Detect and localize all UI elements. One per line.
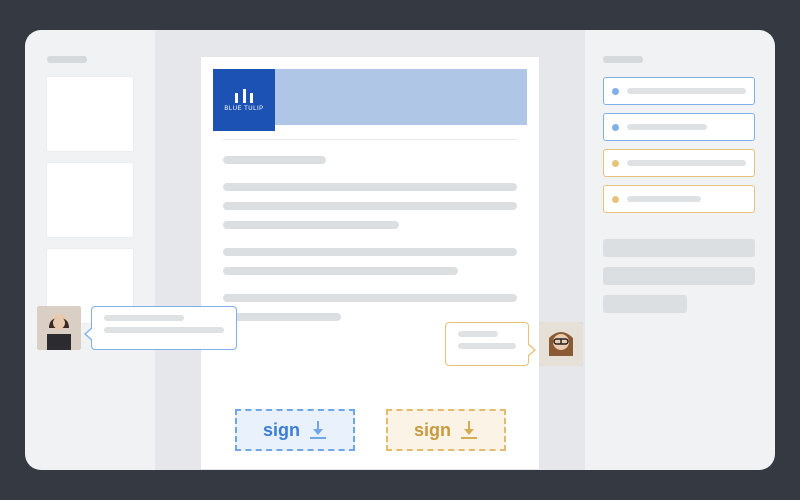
- signer-list-item[interactable]: [603, 149, 755, 177]
- text-placeholder: [223, 183, 517, 191]
- comment-bubble-signer2[interactable]: [445, 322, 583, 366]
- status-dot-icon: [612, 124, 619, 131]
- avatar: [37, 306, 81, 350]
- app-window: BLUE TULIP sign: [25, 30, 775, 470]
- text-placeholder: [627, 160, 746, 166]
- text-placeholder: [223, 248, 517, 256]
- text-placeholder: [458, 331, 498, 337]
- signature-row: sign sign: [201, 409, 539, 451]
- status-dot-icon: [612, 196, 619, 203]
- text-placeholder: [223, 313, 341, 321]
- divider: [223, 139, 517, 140]
- sign-label: sign: [263, 420, 300, 441]
- logo-mark-icon: [235, 89, 253, 103]
- contract-document: BLUE TULIP sign: [200, 56, 540, 470]
- text-placeholder: [104, 315, 184, 321]
- sidebar-heading-placeholder: [47, 56, 87, 63]
- text-placeholder: [223, 202, 517, 210]
- download-icon: [461, 421, 477, 439]
- document-viewport: BLUE TULIP sign: [155, 30, 585, 470]
- status-dot-icon: [612, 160, 619, 167]
- avatar: [539, 322, 583, 366]
- signer-list-item[interactable]: [603, 185, 755, 213]
- comment-bubble-signer1[interactable]: [37, 306, 237, 350]
- document-header-banner: BLUE TULIP: [213, 69, 527, 125]
- signer-list-item[interactable]: [603, 113, 755, 141]
- text-placeholder: [223, 294, 517, 302]
- text-placeholder: [627, 196, 701, 202]
- text-placeholder: [627, 124, 707, 130]
- sign-button-signer1[interactable]: sign: [235, 409, 355, 451]
- sign-label: sign: [414, 420, 451, 441]
- page-thumbnail-sidebar: [25, 30, 155, 470]
- company-logo: BLUE TULIP: [213, 69, 275, 131]
- text-placeholder: [603, 267, 755, 285]
- text-placeholder: [603, 295, 687, 313]
- details-block: [603, 239, 755, 313]
- logo-text: BLUE TULIP: [224, 106, 263, 112]
- sign-button-signer2[interactable]: sign: [386, 409, 506, 451]
- comment-speech: [91, 306, 237, 350]
- text-placeholder: [627, 88, 746, 94]
- panel-heading-placeholder: [603, 56, 643, 63]
- text-placeholder: [458, 343, 516, 349]
- text-placeholder: [223, 156, 326, 164]
- page-thumbnail[interactable]: [47, 163, 133, 237]
- text-placeholder: [223, 221, 399, 229]
- text-placeholder: [104, 327, 224, 333]
- status-dot-icon: [612, 88, 619, 95]
- signers-panel: [585, 30, 775, 470]
- page-thumbnail[interactable]: [47, 77, 133, 151]
- download-icon: [310, 421, 326, 439]
- text-placeholder: [223, 267, 458, 275]
- signer-list-item[interactable]: [603, 77, 755, 105]
- comment-speech: [445, 322, 529, 366]
- text-placeholder: [603, 239, 755, 257]
